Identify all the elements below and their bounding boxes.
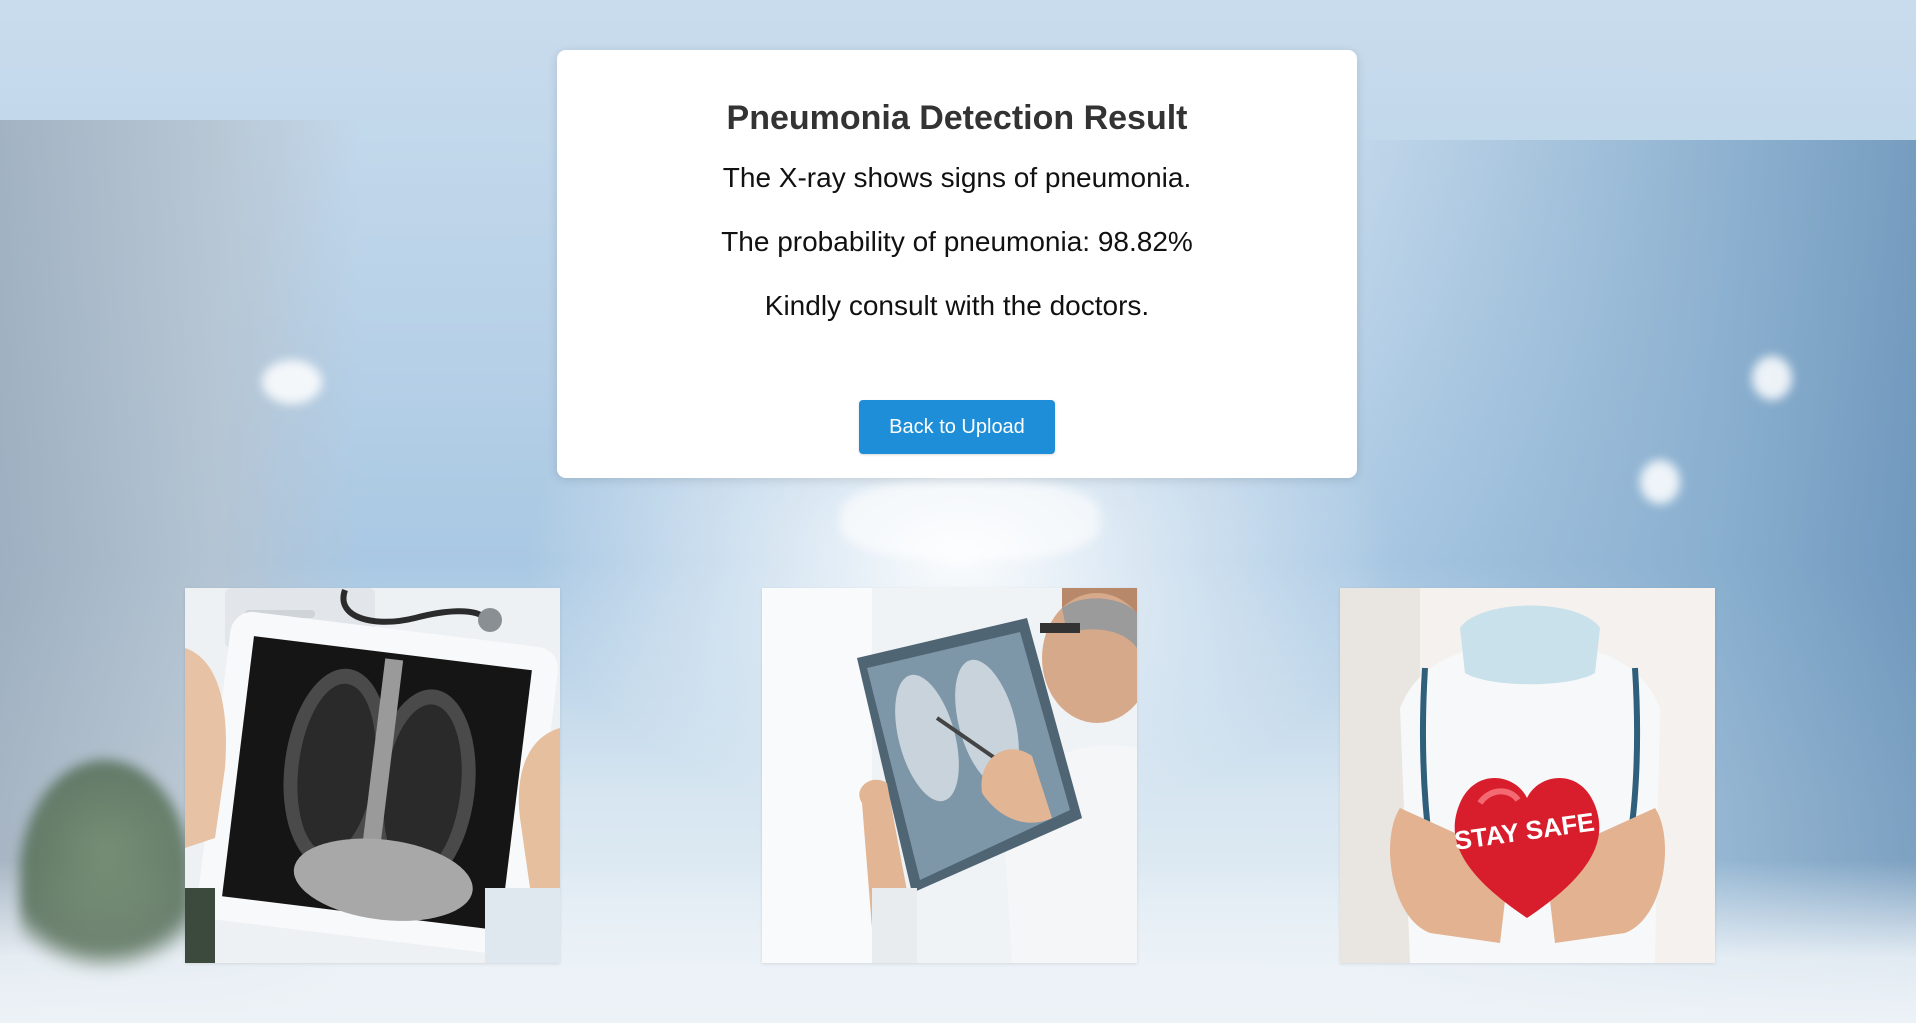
- probability-text: The probability of pneumonia: 98.82%: [721, 226, 1193, 257]
- advice-text: Kindly consult with the doctors.: [764, 290, 1150, 321]
- result-title: Pneumonia Detection Result: [726, 99, 1188, 137]
- result-message: The X-ray shows signs of pneumonia.: [722, 162, 1192, 193]
- tablet-xray-image: [185, 588, 560, 963]
- background-plant: [20, 760, 190, 990]
- background-light: [262, 360, 322, 404]
- back-to-upload-button[interactable]: Back to Upload: [859, 400, 1055, 454]
- stay-safe-heart-image: STAY SAFE: [1340, 588, 1715, 963]
- background-light: [1752, 356, 1792, 400]
- doctor-xray-image: [762, 588, 1137, 963]
- result-card: Pneumonia Detection Result The X-ray sho…: [557, 50, 1357, 478]
- background-light: [840, 480, 1100, 560]
- background-light: [1640, 460, 1680, 504]
